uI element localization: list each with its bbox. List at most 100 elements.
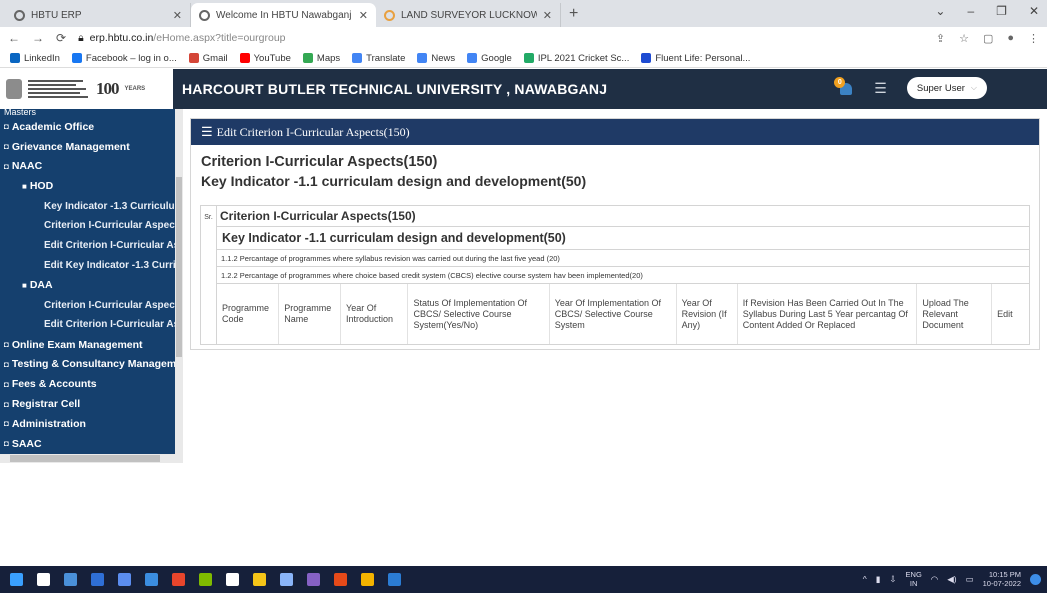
minimize-icon[interactable]: – — [967, 4, 974, 18]
taskbar-apps — [10, 573, 415, 586]
bookmark-item[interactable]: News — [417, 53, 455, 64]
taskbar-app-icon[interactable] — [334, 573, 347, 586]
bookmark-item[interactable]: LinkedIn — [10, 53, 60, 64]
column-header: Upload The Relevant Document — [916, 284, 993, 344]
volume-icon[interactable]: ◀) — [947, 574, 956, 585]
tab-search-icon[interactable]: ⌄ — [935, 4, 945, 18]
notification-icon[interactable]: 0 — [834, 77, 854, 97]
windows-start-icon[interactable] — [10, 573, 23, 586]
expand-icon: ◘ — [4, 142, 9, 152]
sidebar-item[interactable]: ◘ SAAC — [0, 434, 183, 454]
sidebar-item[interactable]: Edit Key Indicator -1.3 Curri — [0, 256, 183, 276]
sidebar-item-masters[interactable]: Masters — [0, 109, 183, 117]
bookmarks-bar: LinkedIn Facebook – log in o... Gmail YouTu… — [0, 49, 1047, 68]
tray-usb-icon[interactable]: ⇩ — [889, 574, 896, 585]
taskbar-app-icon[interactable] — [64, 573, 77, 586]
reload-icon[interactable]: ⟳ — [56, 31, 66, 45]
sidebar-item[interactable]: ◘ Testing & Consultancy Manageme — [0, 355, 183, 375]
sidepanel-icon[interactable]: ▢ — [983, 32, 993, 45]
logo-years: YEARS — [124, 86, 146, 92]
column-header: Edit — [997, 308, 1013, 319]
sidebar-vertical-scrollbar[interactable] — [175, 109, 183, 454]
window-close-icon[interactable]: ✕ — [1029, 4, 1039, 18]
sidebar-item-label: Criterion I-Curricular Aspect — [44, 220, 179, 232]
sidebar-item[interactable]: Key Indicator -1.3 Curriculum — [0, 196, 183, 216]
globe-icon — [14, 9, 25, 21]
bookmark-item[interactable]: Gmail — [188, 53, 228, 64]
sidebar-horizontal-scrollbar[interactable] — [0, 454, 183, 463]
maximize-icon[interactable]: ❐ — [996, 4, 1007, 18]
taskbar-app-icon[interactable] — [199, 573, 212, 586]
sidebar-item[interactable]: ■ HOD — [0, 176, 183, 196]
clock-date: 10-07-2022 — [982, 579, 1021, 588]
notification-center-icon[interactable] — [1030, 573, 1041, 585]
bookmark-item[interactable]: Google — [467, 53, 512, 64]
browser-tab-3[interactable]: LAND SURVEYOR LUCKNOW | IC ✕ — [376, 3, 561, 27]
taskbar-app-icon[interactable] — [361, 573, 374, 586]
taskbar-app-icon[interactable] — [145, 573, 158, 586]
star-icon[interactable]: ☆ — [959, 32, 969, 45]
sidebar-item[interactable]: ◘ Online Exam Management — [0, 335, 183, 355]
tray-chevron-icon[interactable]: ^ — [863, 574, 867, 584]
bookmark-icon — [352, 53, 363, 63]
menu-icon[interactable]: ☰ — [874, 80, 887, 97]
tray-app-icon[interactable]: ▮ — [876, 574, 881, 585]
taskbar-app-icon[interactable] — [172, 573, 185, 586]
url-host: erp.hbtu.co.in — [89, 32, 154, 44]
metric-1-1-2: 1.1.2 Percantage of programmes where syl… — [216, 249, 1030, 267]
taskbar-app-icon[interactable] — [388, 573, 401, 586]
window-controls: ⌄ – ❐ ✕ — [935, 4, 1039, 18]
close-icon[interactable]: ✕ — [543, 9, 552, 22]
browser-tab-2[interactable]: Welcome In HBTU Nawabganj C ✕ — [191, 3, 376, 27]
sidebar-item[interactable]: ◘ NAAC — [0, 157, 183, 177]
sidebar-item[interactable]: ◘ Grievance Management — [0, 137, 183, 157]
column-header: Programme Code — [217, 284, 280, 344]
taskbar-app-icon[interactable] — [91, 573, 104, 586]
wifi-icon[interactable]: ◠ — [931, 574, 938, 585]
sidebar-item-label: NAAC — [11, 160, 43, 173]
close-icon[interactable]: ✕ — [359, 9, 368, 22]
new-tab-button[interactable]: + — [561, 5, 586, 27]
sidebar-item[interactable]: ◘ Academic Office — [0, 117, 183, 137]
profile-icon[interactable]: ● — [1007, 32, 1014, 45]
taskbar-app-icon[interactable] — [226, 573, 239, 586]
sidebar-item[interactable]: ◘ Fees & Accounts — [0, 374, 183, 394]
sidebar-item-label: Online Exam Management — [11, 338, 143, 351]
battery-icon[interactable]: ▭ — [966, 574, 974, 585]
url-field[interactable]: 🔒︎ erp.hbtu.co.in/eHome.aspx?title=ourgr… — [78, 32, 924, 45]
more-icon[interactable]: ⋮ — [1028, 32, 1039, 45]
sidebar-item[interactable]: Edit Criterion I-Curricular As — [0, 315, 183, 335]
bookmark-item[interactable]: YouTube — [239, 53, 291, 64]
bookmark-item[interactable]: Fluent Life: Personal... — [641, 53, 750, 64]
taskbar-app-icon[interactable] — [37, 573, 50, 586]
hamburger-icon[interactable]: ☰ — [201, 124, 213, 140]
sidebar-item[interactable]: ■ DAA — [0, 275, 183, 295]
forward-icon[interactable]: → — [32, 31, 44, 45]
taskbar-app-icon[interactable] — [118, 573, 131, 586]
taskbar-app-icon[interactable] — [280, 573, 293, 586]
system-tray: ^ ▮ ⇩ ENG IN ◠ ◀) ▭ 10:15 PM 10-07-2022 — [863, 570, 1041, 588]
back-icon[interactable]: ← — [8, 31, 20, 45]
bookmark-item[interactable]: Facebook – log in o... — [71, 53, 177, 64]
bookmark-item[interactable]: Maps — [302, 52, 341, 64]
clock[interactable]: 10:15 PM 10-07-2022 — [983, 570, 1021, 588]
sidebar-item[interactable]: Criterion I-Curricular Aspect — [0, 216, 183, 236]
taskbar-app-icon[interactable] — [253, 573, 266, 586]
user-menu[interactable]: Super User ⌵ — [906, 77, 987, 99]
bookmark-item[interactable]: Translate — [352, 53, 405, 64]
sidebar-item[interactable]: ◘ Registrar Cell — [0, 394, 183, 414]
language-indicator[interactable]: ENG IN — [906, 570, 922, 588]
bookmark-item[interactable]: IPL 2021 Cricket Sc... — [523, 53, 629, 64]
bookmark-label: Fluent Life: Personal... — [655, 52, 751, 64]
bookmark-label: Maps — [316, 52, 341, 64]
sidebar-item-label: Academic Office — [11, 120, 95, 133]
close-icon[interactable]: ✕ — [173, 9, 182, 22]
browser-tab-1[interactable]: HBTU ERP ✕ — [6, 3, 191, 27]
bookmark-label: Translate — [366, 52, 406, 64]
share-icon[interactable]: ⇪ — [936, 32, 945, 45]
sidebar-item[interactable]: Criterion I-Curricular Aspect — [0, 295, 183, 315]
taskbar-app-icon[interactable] — [307, 573, 320, 586]
sidebar-item[interactable]: Edit Criterion I-Curricular As — [0, 236, 183, 256]
tab-title: HBTU ERP — [31, 9, 82, 21]
sidebar-item[interactable]: ◘ Administration — [0, 414, 183, 434]
